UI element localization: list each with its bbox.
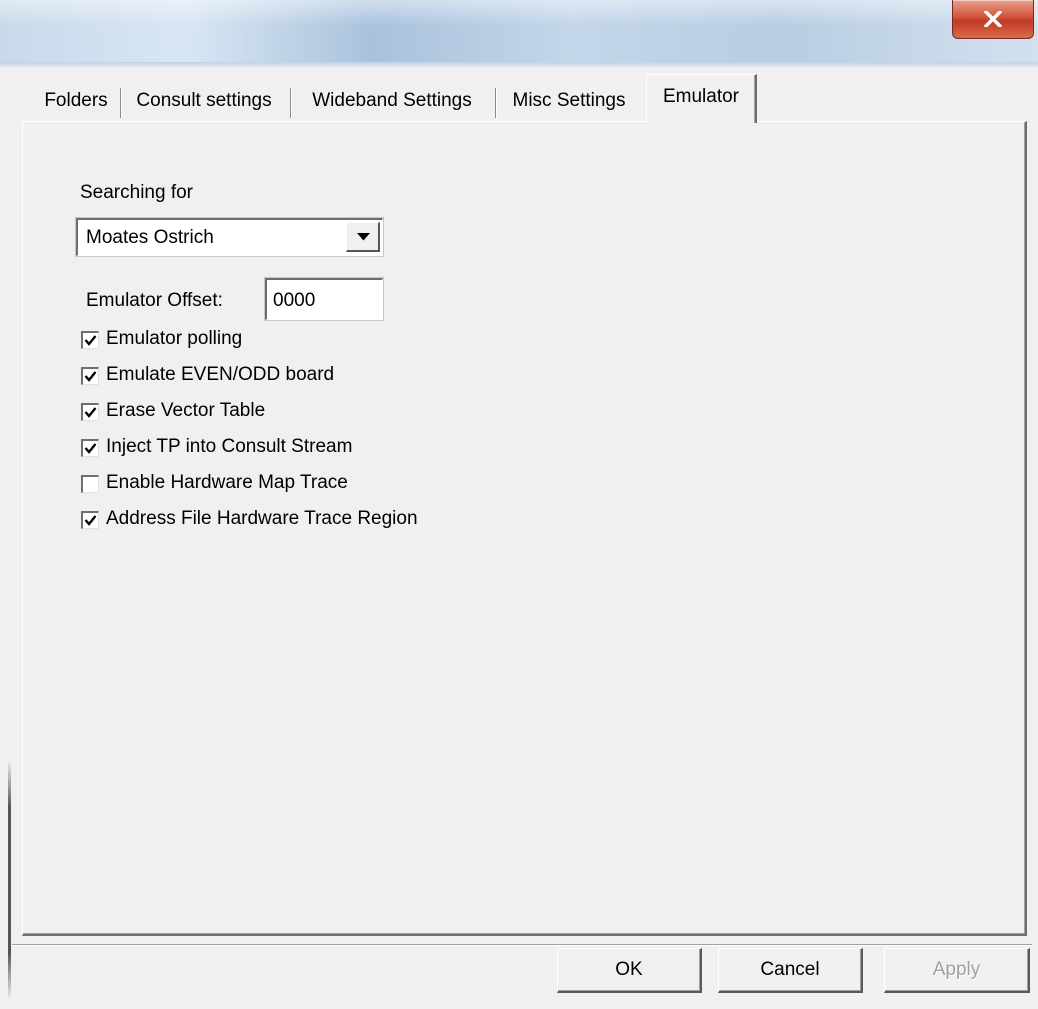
checkbox-box[interactable] [81, 511, 99, 529]
close-x-icon [984, 11, 1002, 27]
checkbox-label: Address File Hardware Trace Region [106, 508, 418, 529]
checkmark-icon [84, 371, 97, 382]
device-select-value: Moates Ostrich [86, 227, 214, 248]
checkbox-box[interactable] [81, 367, 99, 385]
button-bar-divider [12, 944, 1032, 946]
window-frame [0, 62, 1038, 68]
window-edge [8, 760, 11, 1000]
tab-wideband-settings[interactable]: Wideband Settings [294, 80, 490, 122]
chevron-down-icon [357, 233, 370, 241]
apply-button[interactable]: Apply [884, 948, 1030, 993]
checkbox-box[interactable] [81, 331, 99, 349]
close-button[interactable] [952, 0, 1034, 39]
tab-folders[interactable]: Folders [36, 80, 116, 122]
tab-separator [495, 88, 497, 118]
checkmark-icon [84, 515, 97, 526]
checkmark-icon [84, 443, 97, 454]
checkbox-label: Inject TP into Consult Stream [106, 436, 353, 457]
checkbox-box[interactable] [81, 439, 99, 457]
emulator-offset-input[interactable] [265, 278, 383, 320]
tab-misc-settings[interactable]: Misc Settings [499, 80, 639, 122]
tab-consult-settings[interactable]: Consult settings [124, 80, 284, 122]
tab-separator [120, 88, 122, 118]
cancel-button[interactable]: Cancel [718, 948, 863, 993]
checkbox-label: Emulate EVEN/ODD board [106, 364, 335, 385]
tab-emulator[interactable]: Emulator [646, 74, 757, 123]
title-bar[interactable] [0, 0, 1038, 63]
checkmark-icon [84, 407, 97, 418]
checkmark-icon [84, 335, 97, 346]
searching-for-label: Searching for [80, 182, 194, 203]
checkbox-box[interactable] [81, 403, 99, 421]
checkbox-box[interactable] [81, 475, 99, 493]
emulator-offset-label: Emulator Offset: [86, 290, 223, 311]
tab-separator [290, 88, 292, 118]
checkbox-label: Erase Vector Table [106, 400, 266, 421]
device-select[interactable]: Moates Ostrich [76, 218, 383, 256]
checkbox-label: Enable Hardware Map Trace [106, 472, 348, 493]
checkbox-label: Emulator polling [106, 328, 243, 349]
ok-button[interactable]: OK [557, 948, 702, 993]
dropdown-button[interactable] [346, 222, 380, 252]
